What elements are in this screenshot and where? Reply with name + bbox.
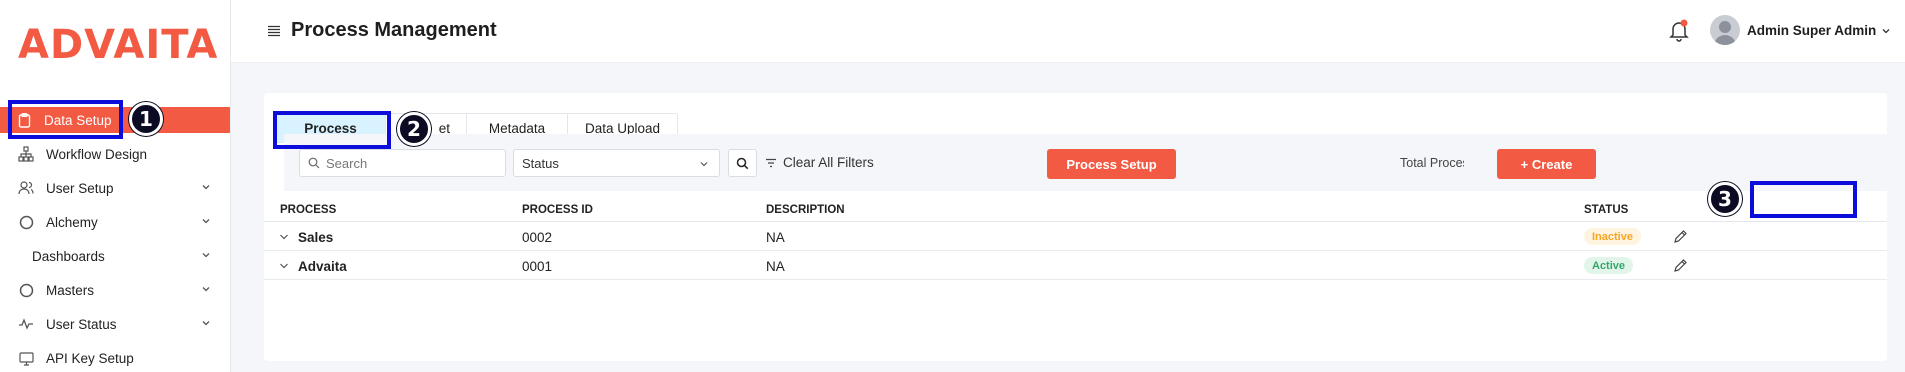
menu-icon[interactable]: [267, 25, 281, 37]
clear-filters-label: Clear All Filters: [783, 155, 874, 170]
process-setup-button[interactable]: Process Setup: [1047, 149, 1176, 179]
search-button[interactable]: [728, 149, 757, 177]
edit-pencil-icon[interactable]: [1673, 258, 1688, 273]
sidebar-item-label: Alchemy: [46, 214, 98, 230]
highlight-box-process-tab: [273, 111, 391, 149]
highlight-box-data-setup: [8, 100, 123, 139]
app-logo: ADVAITA: [18, 22, 219, 68]
step-marker-2: 2: [397, 112, 431, 146]
chevron-down-icon: [202, 219, 210, 224]
monitor-icon: [18, 350, 34, 366]
sidebar-item-dashboards[interactable]: Dashboards: [0, 243, 230, 269]
step-marker-3: 3: [1708, 182, 1742, 216]
notification-bell-icon[interactable]: [1668, 18, 1690, 42]
process-description: NA: [766, 230, 785, 245]
chevron-down-icon: [202, 321, 210, 326]
column-header-description: DESCRIPTION: [766, 204, 845, 216]
filter-bar: Status Clear All Filters Process Setup T…: [284, 134, 1887, 191]
user-name[interactable]: Admin Super Admin: [1747, 23, 1876, 38]
total-process-label: Total Process: [1400, 156, 1464, 170]
status-select[interactable]: Status: [513, 149, 720, 177]
column-header-process: PROCESS: [280, 204, 337, 216]
top-header: Process Management Admin Super Admin: [231, 0, 1905, 63]
sidebar-item-api-key-setup[interactable]: API Key Setup: [0, 345, 230, 371]
process-name: Sales: [298, 230, 334, 245]
sidebar-item-label: API Key Setup: [46, 350, 134, 366]
sidebar-item-label: Masters: [46, 282, 95, 298]
table-row[interactable]: Advaita 0001 NA Active: [264, 251, 1887, 280]
chevron-down-icon: [700, 162, 708, 167]
process-name: Advaita: [298, 259, 347, 274]
hierarchy-icon: [18, 146, 34, 162]
sidebar-item-user-status[interactable]: User Status: [0, 311, 230, 337]
users-icon: [18, 180, 34, 196]
circle-icon: [18, 214, 34, 230]
sidebar-item-workflow-design[interactable]: Workflow Design: [0, 141, 230, 167]
edit-pencil-icon[interactable]: [1673, 229, 1688, 244]
clear-filters-button[interactable]: Clear All Filters: [765, 155, 874, 170]
chevron-down-icon[interactable]: [279, 261, 289, 271]
column-header-status: STATUS: [1584, 204, 1629, 216]
circle-icon: [18, 282, 34, 298]
search-icon: [308, 157, 320, 169]
sidebar-item-user-setup[interactable]: User Setup: [0, 175, 230, 201]
sidebar-item-masters[interactable]: Masters: [0, 277, 230, 303]
chevron-down-icon: [202, 185, 210, 190]
avatar[interactable]: [1710, 15, 1740, 45]
page-title: Process Management: [291, 19, 497, 41]
status-select-value: Status: [522, 155, 559, 171]
step-marker-1: 1: [129, 102, 163, 136]
chevron-down-icon[interactable]: [1881, 26, 1891, 36]
status-badge: Active: [1584, 257, 1634, 274]
process-id: 0002: [522, 230, 553, 245]
sidebar-item-alchemy[interactable]: Alchemy: [0, 209, 230, 235]
process-card: Process et Metadata Data Upload Status C…: [264, 93, 1887, 361]
sidebar-item-label: User Setup: [46, 180, 114, 196]
chevron-down-icon: [202, 287, 210, 292]
table-row[interactable]: Sales 0002 NA Inactive: [264, 222, 1887, 251]
create-button[interactable]: + Create: [1497, 149, 1596, 179]
search-input[interactable]: [326, 155, 496, 171]
sidebar-item-label: User Status: [46, 316, 117, 332]
highlight-box-create: [1750, 181, 1857, 218]
process-id: 0001: [522, 259, 553, 274]
status-badge: Inactive: [1584, 228, 1641, 245]
sidebar-item-label: Workflow Design: [46, 146, 148, 162]
filter-icon: [766, 158, 776, 167]
sidebar-item-label: Dashboards: [32, 248, 105, 264]
table-header: PROCESS PROCESS ID DESCRIPTION STATUS: [264, 198, 1887, 222]
column-header-process-id: PROCESS ID: [522, 204, 593, 216]
chevron-down-icon: [202, 253, 210, 258]
search-field[interactable]: [299, 149, 506, 177]
search-icon: [736, 157, 749, 169]
process-description: NA: [766, 259, 785, 274]
sidebar: ADVAITA Data Setup Workflow Design User …: [0, 0, 231, 372]
chevron-down-icon[interactable]: [279, 232, 289, 242]
process-table: PROCESS PROCESS ID DESCRIPTION STATUS Sa…: [264, 198, 1887, 280]
activity-icon: [18, 316, 34, 332]
